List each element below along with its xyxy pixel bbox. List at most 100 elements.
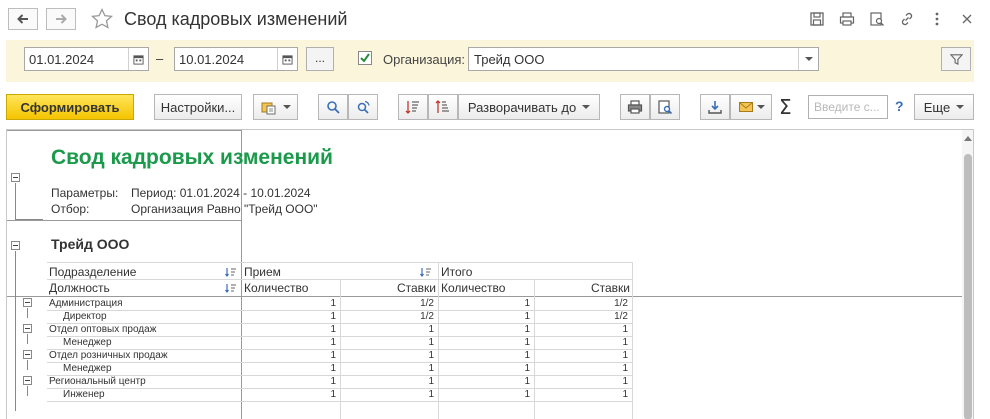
row-name[interactable]: Директор bbox=[63, 311, 107, 322]
row-hire-rates[interactable]: 1/2 bbox=[341, 298, 434, 309]
calendar-icon[interactable] bbox=[128, 48, 148, 70]
header-hire[interactable]: Прием bbox=[244, 265, 281, 279]
header-position[interactable]: Должность bbox=[49, 281, 110, 295]
help-icon[interactable]: ? bbox=[895, 98, 904, 114]
row-name[interactable]: Менеджер bbox=[63, 337, 112, 348]
find-next-button[interactable] bbox=[348, 94, 378, 120]
print-icon[interactable] bbox=[838, 10, 856, 28]
filter-settings-button[interactable] bbox=[941, 47, 971, 71]
sort-icon[interactable] bbox=[225, 267, 237, 277]
row-total-rates[interactable]: 1 bbox=[535, 337, 628, 348]
date-to-field[interactable]: 10.01.2024 bbox=[174, 47, 298, 71]
collapse-org-toggle[interactable] bbox=[11, 241, 20, 250]
row-name[interactable]: Региональный центр bbox=[49, 376, 146, 387]
row-name[interactable]: Администрация bbox=[49, 298, 123, 309]
more-vertical-icon[interactable] bbox=[928, 10, 946, 28]
collapse-group-toggle[interactable] bbox=[23, 324, 32, 333]
report-variant-icon bbox=[261, 102, 275, 115]
row-hire-count[interactable]: 1 bbox=[243, 363, 336, 374]
collapse-group-toggle[interactable] bbox=[23, 350, 32, 359]
scroll-up-icon[interactable] bbox=[964, 136, 972, 141]
row-total-count[interactable]: 1 bbox=[439, 363, 530, 374]
row-total-count[interactable]: 1 bbox=[439, 350, 530, 361]
collapse-groups-button[interactable] bbox=[398, 94, 428, 120]
row-total-rates[interactable]: 1 bbox=[535, 363, 628, 374]
row-name[interactable]: Отдел розничных продаж bbox=[49, 350, 168, 361]
row-hire-count[interactable]: 1 bbox=[243, 337, 336, 348]
row-hire-rates[interactable]: 1/2 bbox=[341, 311, 434, 322]
chevron-down-icon[interactable] bbox=[798, 48, 818, 70]
tree-line bbox=[27, 308, 28, 318]
generate-button[interactable]: Сформировать bbox=[6, 94, 134, 120]
find-button[interactable] bbox=[318, 94, 348, 120]
row-hire-count[interactable]: 1 bbox=[243, 324, 336, 335]
row-hire-count[interactable]: 1 bbox=[243, 376, 336, 387]
row-hire-rates[interactable]: 1 bbox=[341, 376, 434, 387]
expand-groups-button[interactable] bbox=[428, 94, 458, 120]
variant-button[interactable] bbox=[253, 94, 298, 120]
row-total-rates[interactable]: 1/2 bbox=[535, 298, 628, 309]
print-preview-button[interactable] bbox=[650, 94, 680, 120]
period-select-button[interactable]: ... bbox=[306, 47, 334, 71]
tree-line bbox=[27, 360, 28, 370]
settings-button[interactable]: Настройки... bbox=[154, 94, 242, 120]
row-name[interactable]: Менеджер bbox=[63, 363, 112, 374]
save-icon[interactable] bbox=[808, 10, 826, 28]
collapse-group-toggle[interactable] bbox=[23, 298, 32, 307]
header-subdivision[interactable]: Подразделение bbox=[49, 265, 136, 279]
print-button[interactable] bbox=[620, 94, 650, 120]
sort-icon[interactable] bbox=[420, 267, 432, 277]
link-icon[interactable] bbox=[898, 10, 916, 28]
row-hire-count[interactable]: 1 bbox=[243, 311, 336, 322]
row-hire-rates[interactable]: 1 bbox=[341, 389, 434, 400]
vertical-scrollbar[interactable] bbox=[962, 130, 973, 419]
row-hire-count[interactable]: 1 bbox=[243, 350, 336, 361]
sort-icon[interactable] bbox=[225, 283, 237, 293]
collapse-group-toggle[interactable] bbox=[23, 376, 32, 385]
close-icon[interactable] bbox=[958, 10, 976, 28]
forward-button[interactable] bbox=[46, 8, 76, 30]
org-select[interactable]: Трейд ООО bbox=[468, 47, 819, 71]
scrollbar-thumb[interactable] bbox=[964, 154, 972, 419]
date-from-field[interactable]: 01.01.2024 bbox=[24, 47, 149, 71]
row-total-rates[interactable]: 1/2 bbox=[535, 311, 628, 322]
row-hire-rates[interactable]: 1 bbox=[341, 337, 434, 348]
save-to-file-button[interactable] bbox=[700, 94, 730, 120]
more-button[interactable]: Еще bbox=[914, 94, 974, 120]
report-area[interactable]: Свод кадровых изменений Параметры: Перио… bbox=[6, 129, 974, 419]
row-total-count[interactable]: 1 bbox=[439, 324, 530, 335]
print-icon bbox=[627, 100, 643, 114]
row-total-count[interactable]: 1 bbox=[439, 389, 530, 400]
collapse-header-toggle[interactable] bbox=[11, 173, 20, 182]
send-email-button[interactable] bbox=[730, 94, 772, 120]
row-name[interactable]: Отдел оптовых продаж bbox=[49, 324, 156, 335]
row-hire-rates[interactable]: 1 bbox=[341, 363, 434, 374]
sum-search-input[interactable]: Введите с... bbox=[808, 95, 888, 119]
row-hire-rates[interactable]: 1 bbox=[341, 350, 434, 361]
org-filter-checkbox[interactable] bbox=[358, 51, 372, 65]
row-total-count[interactable]: 1 bbox=[439, 337, 530, 348]
row-total-rates[interactable]: 1 bbox=[535, 350, 628, 361]
grid-row-divider bbox=[7, 130, 241, 131]
row-hire-count[interactable]: 1 bbox=[243, 389, 336, 400]
header-rates[interactable]: Ставки bbox=[341, 281, 436, 295]
row-total-rates[interactable]: 1 bbox=[535, 376, 628, 387]
row-name[interactable]: Инженер bbox=[63, 389, 105, 400]
back-button[interactable] bbox=[8, 8, 38, 30]
calendar-icon[interactable] bbox=[277, 48, 297, 70]
preview-icon[interactable] bbox=[868, 10, 886, 28]
expand-to-dropdown[interactable]: Разворачивать до bbox=[458, 94, 600, 120]
header-total[interactable]: Итого bbox=[441, 265, 472, 279]
header-rates-total[interactable]: Ставки bbox=[535, 281, 630, 295]
sum-icon[interactable]: Σ bbox=[779, 95, 792, 119]
row-hire-rates[interactable]: 1 bbox=[341, 324, 434, 335]
row-total-count[interactable]: 1 bbox=[439, 298, 530, 309]
header-count-total[interactable]: Количество bbox=[441, 281, 505, 295]
row-total-rates[interactable]: 1 bbox=[535, 324, 628, 335]
row-hire-count[interactable]: 1 bbox=[243, 298, 336, 309]
row-total-count[interactable]: 1 bbox=[439, 376, 530, 387]
favorite-star-icon[interactable] bbox=[90, 7, 114, 31]
header-count[interactable]: Количество bbox=[244, 281, 308, 295]
row-total-rates[interactable]: 1 bbox=[535, 389, 628, 400]
row-total-count[interactable]: 1 bbox=[439, 311, 530, 322]
